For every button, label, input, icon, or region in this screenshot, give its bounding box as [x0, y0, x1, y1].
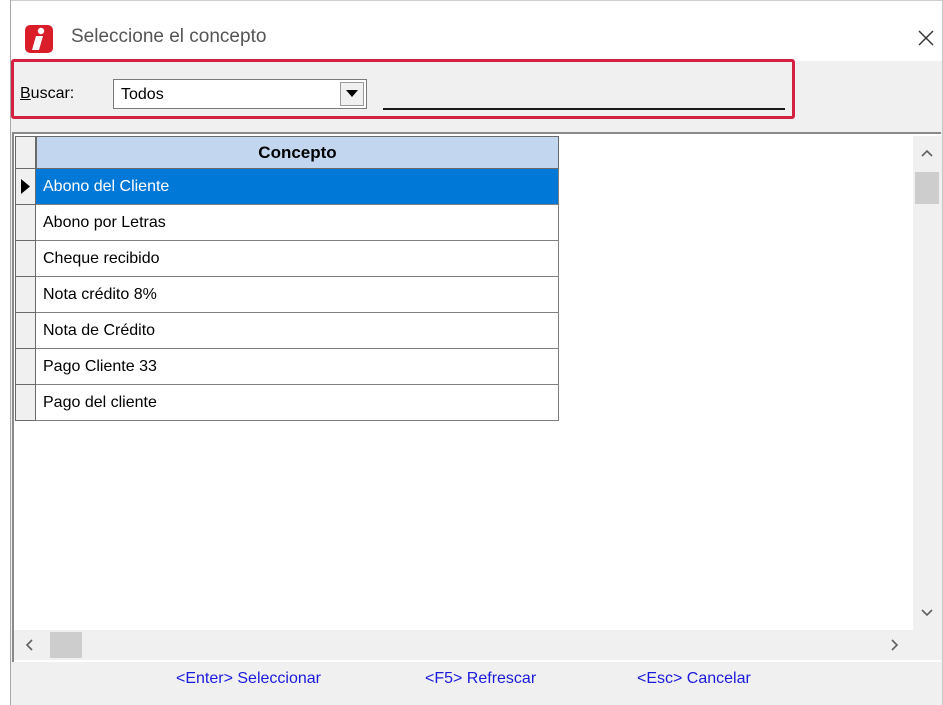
- scrollbar-corner: [913, 630, 941, 660]
- chevron-up-icon: [921, 149, 933, 157]
- row-indicator[interactable]: [15, 313, 36, 349]
- cell-concepto[interactable]: Pago Cliente 33: [36, 349, 559, 385]
- row-indicator[interactable]: [15, 169, 36, 205]
- chevron-right-icon: [891, 639, 899, 651]
- cell-concepto[interactable]: Cheque recibido: [36, 241, 559, 277]
- cell-concepto[interactable]: Nota de Crédito: [36, 313, 559, 349]
- scroll-right-button[interactable]: [880, 630, 910, 660]
- title-bar: Seleccione el concepto: [11, 1, 942, 61]
- grid-corner-cell: [15, 136, 36, 169]
- cell-concepto[interactable]: Abono del Cliente: [36, 169, 559, 205]
- horizontal-scroll-thumb[interactable]: [50, 632, 82, 658]
- table-row[interactable]: Pago Cliente 33: [15, 349, 559, 385]
- table-row[interactable]: Pago del cliente: [15, 385, 559, 421]
- table-row[interactable]: Abono del Cliente: [15, 169, 559, 205]
- table-row[interactable]: Nota de Crédito: [15, 313, 559, 349]
- column-header-concepto[interactable]: Concepto: [36, 136, 559, 169]
- app-logo-icon: [25, 25, 53, 53]
- scroll-left-button[interactable]: [14, 630, 44, 660]
- row-indicator[interactable]: [15, 205, 36, 241]
- table-row[interactable]: Abono por Letras: [15, 205, 559, 241]
- vertical-scroll-thumb[interactable]: [915, 172, 939, 204]
- chevron-down-icon: [921, 609, 933, 617]
- row-indicator[interactable]: [15, 385, 36, 421]
- row-indicator[interactable]: [15, 349, 36, 385]
- chevron-left-icon: [25, 639, 33, 651]
- vertical-scrollbar[interactable]: [913, 136, 941, 630]
- current-row-pointer-icon: [21, 179, 30, 194]
- cell-concepto[interactable]: Abono por Letras: [36, 205, 559, 241]
- row-indicator[interactable]: [15, 277, 36, 313]
- cell-concepto[interactable]: Pago del cliente: [36, 385, 559, 421]
- select-link[interactable]: <Enter> Seleccionar: [176, 670, 321, 688]
- row-indicator[interactable]: [15, 241, 36, 277]
- scroll-up-button[interactable]: [913, 136, 941, 170]
- window-title: Seleccione el concepto: [71, 26, 267, 47]
- close-icon[interactable]: [911, 23, 941, 53]
- table-row[interactable]: Nota crédito 8%: [15, 277, 559, 313]
- table-row[interactable]: Cheque recibido: [15, 241, 559, 277]
- refresh-link[interactable]: <F5> Refrescar: [425, 670, 536, 688]
- cell-concepto[interactable]: Nota crédito 8%: [36, 277, 559, 313]
- search-panel-highlight: [11, 59, 795, 119]
- scroll-down-button[interactable]: [913, 596, 941, 630]
- cancel-link[interactable]: <Esc> Cancelar: [637, 670, 751, 688]
- horizontal-scrollbar[interactable]: [14, 630, 913, 660]
